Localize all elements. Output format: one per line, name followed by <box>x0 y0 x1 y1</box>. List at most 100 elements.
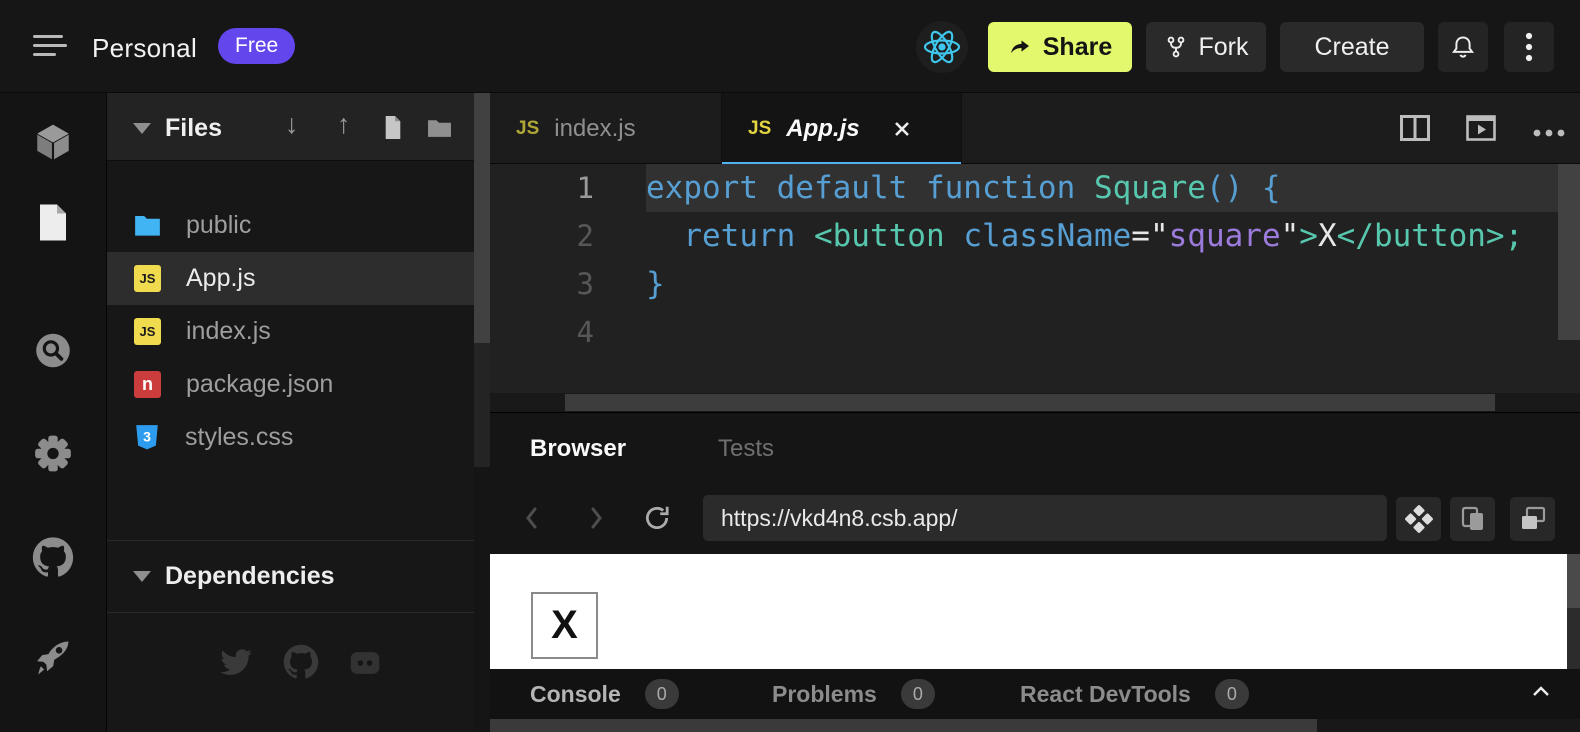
new-file-icon[interactable] <box>382 115 404 145</box>
react-logo[interactable] <box>916 21 968 73</box>
url-input[interactable] <box>703 495 1387 541</box>
js-file-icon: JS <box>134 265 161 292</box>
file-row-public[interactable]: public <box>107 199 474 252</box>
overflow-menu-button[interactable] <box>1504 22 1554 72</box>
top-bar: Personal Free Share Fork Create <box>0 0 1580 93</box>
back-icon[interactable] <box>520 504 544 537</box>
cube-icon[interactable] <box>32 122 74 169</box>
discord-icon[interactable] <box>349 649 381 682</box>
file-name: public <box>186 211 251 240</box>
react-atom-icon <box>920 27 964 67</box>
file-name: App.js <box>186 264 255 293</box>
tab-tests[interactable]: Tests <box>718 413 774 485</box>
plan-badge: Free <box>218 28 295 64</box>
download-icon[interactable]: ↓ <box>285 109 299 140</box>
preview-scrollbar[interactable] <box>1567 554 1580 669</box>
preview-icon[interactable] <box>1466 115 1496 146</box>
scrollbar-thumb[interactable] <box>490 719 1317 732</box>
fork-button[interactable]: Fork <box>1146 22 1266 72</box>
tab-browser[interactable]: Browser <box>530 413 626 485</box>
close-icon[interactable] <box>893 120 911 138</box>
react-devtools-tab[interactable]: React DevTools 0 <box>1020 669 1249 719</box>
share-label: Share <box>1043 33 1112 62</box>
upload-icon[interactable]: ↑ <box>337 109 351 140</box>
svg-text:3: 3 <box>143 428 151 444</box>
js-tab-icon: JS <box>516 118 539 140</box>
problems-tab[interactable]: Problems 0 <box>772 669 935 719</box>
folder-icon <box>134 214 161 237</box>
fork-icon <box>1164 34 1188 60</box>
open-window-icon[interactable] <box>1510 497 1555 541</box>
split-view-icon[interactable] <box>1400 115 1430 146</box>
create-button[interactable]: Create <box>1280 22 1424 72</box>
gear-icon[interactable] <box>32 433 74 480</box>
tab-appjs[interactable]: JS App.js <box>722 93 962 164</box>
line-number: 4 <box>490 315 594 349</box>
file-row-appjs[interactable]: JS App.js <box>107 252 474 305</box>
file-name: package.json <box>186 370 333 399</box>
new-folder-icon[interactable] <box>427 118 452 143</box>
code-editor[interactable]: 1export default function Square() {2 ret… <box>490 164 1580 393</box>
forward-icon[interactable] <box>584 504 608 537</box>
menu-icon[interactable] <box>33 35 67 56</box>
section-divider <box>107 612 474 613</box>
tab-indexjs[interactable]: JS index.js <box>490 93 722 164</box>
github-icon[interactable] <box>32 537 74 584</box>
chevron-down-icon[interactable] <box>133 123 151 134</box>
fork-label: Fork <box>1199 33 1249 62</box>
scrollbar-thumb[interactable] <box>1558 164 1580 340</box>
code-line-text: export default function Square() { <box>646 164 1558 212</box>
js-file-icon: JS <box>134 318 161 345</box>
react-devtools-label: React DevTools <box>1020 681 1191 708</box>
chevron-down-icon <box>133 571 151 582</box>
rocket-icon[interactable] <box>31 636 75 685</box>
code-lines: 1export default function Square() {2 ret… <box>490 164 1580 356</box>
code-line[interactable]: 1export default function Square() { <box>490 164 1580 212</box>
responsive-icon[interactable] <box>1396 497 1441 541</box>
duplicate-icon[interactable] <box>1450 497 1495 541</box>
github-footer-icon[interactable] <box>283 644 319 685</box>
files-title[interactable]: Files <box>165 114 222 143</box>
console-bar: Console 0 Problems 0 React DevTools 0 <box>490 669 1580 719</box>
file-row-packagejson[interactable]: n package.json <box>107 358 474 411</box>
code-line-text <box>646 308 1558 356</box>
twitter-icon[interactable] <box>219 648 253 683</box>
npm-icon: n <box>134 371 161 398</box>
app-preview: X <box>490 554 1567 669</box>
file-name: index.js <box>186 317 271 346</box>
workspace-name[interactable]: Personal <box>92 33 197 64</box>
files-scrollbar[interactable] <box>474 93 490 467</box>
browser-panel: Browser Tests <box>490 412 1580 732</box>
code-line[interactable]: 3} <box>490 260 1580 308</box>
code-line-text: } <box>646 260 1558 308</box>
more-icon[interactable] <box>1532 124 1566 142</box>
square-button[interactable]: X <box>531 592 598 659</box>
files-header: Files ↓ ↑ <box>107 93 474 161</box>
editor-horizontal-scrollbar[interactable] <box>490 393 1580 412</box>
file-name: styles.css <box>185 423 293 452</box>
count-badge: 0 <box>901 679 935 709</box>
dependencies-section[interactable]: Dependencies <box>107 541 474 612</box>
file-icon[interactable] <box>35 203 71 248</box>
editor-vertical-scrollbar[interactable] <box>1558 164 1580 393</box>
line-number: 2 <box>490 219 594 253</box>
code-line[interactable]: 2 return <button className="square">X</b… <box>490 212 1580 260</box>
scrollbar-thumb[interactable] <box>1567 554 1580 608</box>
activity-bar <box>0 93 107 732</box>
notifications-button[interactable] <box>1438 22 1488 72</box>
scrollbar-thumb[interactable] <box>565 394 1495 411</box>
code-line[interactable]: 4 <box>490 308 1580 356</box>
dependencies-title: Dependencies <box>165 562 335 591</box>
console-tab[interactable]: Console 0 <box>530 669 679 719</box>
console-horizontal-scrollbar[interactable] <box>490 719 1580 732</box>
chevron-up-icon[interactable] <box>1530 683 1552 704</box>
create-label: Create <box>1314 33 1389 62</box>
file-row-stylescss[interactable]: 3 styles.css <box>107 411 474 464</box>
scrollbar-thumb[interactable] <box>474 93 490 343</box>
file-row-indexjs[interactable]: JS index.js <box>107 305 474 358</box>
search-icon[interactable] <box>32 330 74 377</box>
share-button[interactable]: Share <box>988 22 1132 72</box>
refresh-icon[interactable] <box>642 503 672 538</box>
problems-label: Problems <box>772 681 877 708</box>
editor-tab-bar: JS index.js JS App.js <box>490 93 1580 164</box>
